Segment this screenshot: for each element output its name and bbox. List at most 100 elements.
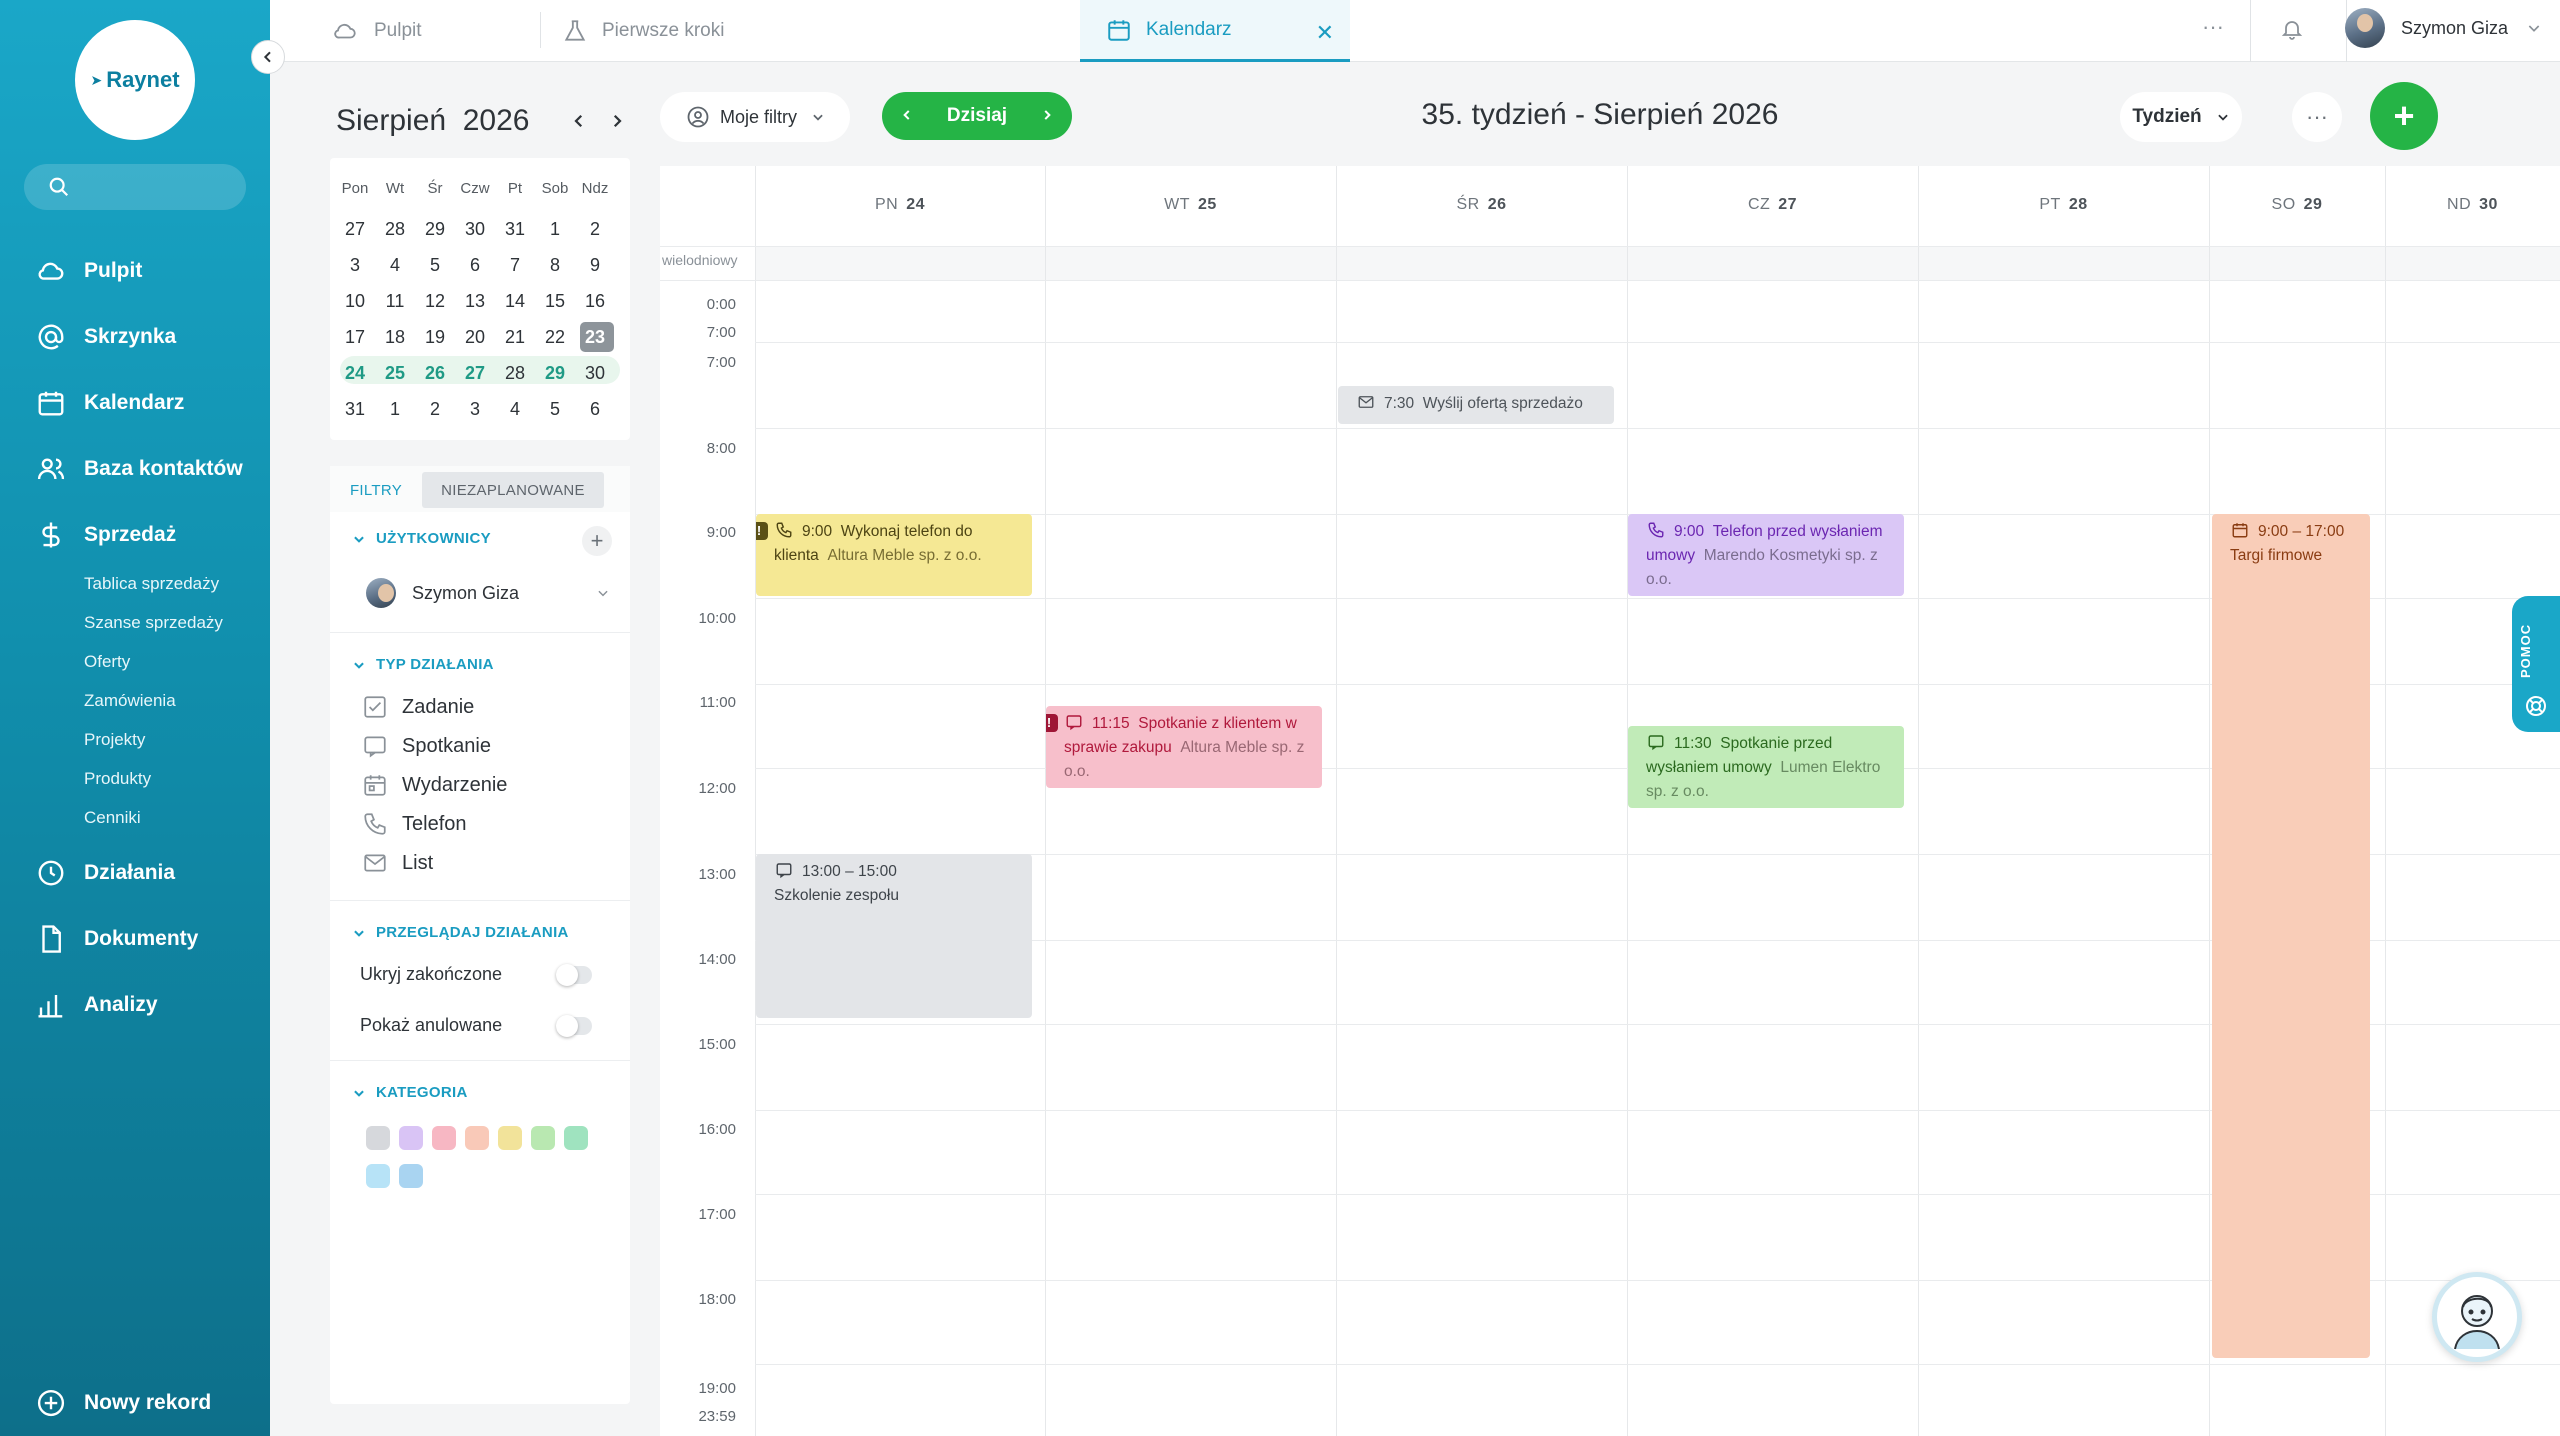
tab-pierwsze-kroki[interactable]: Pierwsze kroki xyxy=(562,0,724,62)
minical-day[interactable]: 22 xyxy=(538,322,572,352)
minical-day[interactable]: 27 xyxy=(458,358,492,388)
minical-day[interactable]: 30 xyxy=(458,214,492,244)
minical-day[interactable]: 8 xyxy=(538,250,572,280)
help-tab[interactable]: POMOC xyxy=(2512,596,2560,732)
category-swatch[interactable] xyxy=(465,1126,489,1150)
filter-type-event[interactable]: Wydarzenie xyxy=(362,772,507,798)
event-meeting-before-contract[interactable]: 11:30 Spotkanie przed wysłaniem umowy Lu… xyxy=(1628,726,1904,808)
sidebar-subitem[interactable]: Cenniki xyxy=(84,808,141,828)
minical-day[interactable]: 29 xyxy=(538,358,572,388)
minical-day[interactable]: 5 xyxy=(418,250,452,280)
view-select[interactable]: Tydzień xyxy=(2120,92,2242,142)
event-send-offer[interactable]: 7:30 Wyślij ofertą sprzedażo xyxy=(1338,386,1614,424)
minical-day[interactable]: 17 xyxy=(338,322,372,352)
minical-day[interactable]: 2 xyxy=(578,214,612,244)
minical-day[interactable]: 3 xyxy=(338,250,372,280)
minical-day[interactable]: 4 xyxy=(498,394,532,424)
search-input[interactable] xyxy=(24,164,246,210)
day-header[interactable]: CZ 27 xyxy=(1627,196,1918,214)
category-swatch[interactable] xyxy=(531,1126,555,1150)
sidebar-subitem[interactable]: Szanse sprzedaży xyxy=(84,613,223,633)
filter-type-phone[interactable]: Telefon xyxy=(362,811,467,837)
minical-day[interactable]: 2 xyxy=(418,394,452,424)
day-header[interactable]: ŚR 26 xyxy=(1336,196,1627,214)
tab-niezaplanowane[interactable]: NIEZAPLANOWANE xyxy=(422,472,604,508)
category-swatch[interactable] xyxy=(399,1164,423,1188)
minical-day[interactable]: 18 xyxy=(378,322,412,352)
section-category[interactable]: KATEGORIA xyxy=(352,1084,468,1101)
minical-day[interactable]: 23 xyxy=(578,322,612,352)
category-swatch[interactable] xyxy=(366,1164,390,1188)
sidebar-item-dzialania[interactable]: Działania xyxy=(36,858,175,888)
day-header[interactable]: SO 29 xyxy=(2209,196,2385,214)
assistant-bot-button[interactable] xyxy=(2432,1272,2522,1362)
sidebar-item-analizy[interactable]: Analizy xyxy=(36,990,158,1020)
minical-day[interactable]: 28 xyxy=(378,214,412,244)
minical-day[interactable]: 21 xyxy=(498,322,532,352)
minical-day[interactable]: 9 xyxy=(578,250,612,280)
section-browse[interactable]: PRZEGLĄDAJ DZIAŁANIA xyxy=(352,924,569,941)
add-activity-button[interactable]: + xyxy=(2370,82,2438,150)
minical-prev-button[interactable] xyxy=(570,110,588,132)
sidebar-subitem[interactable]: Tablica sprzedaży xyxy=(84,574,219,594)
minical-day[interactable]: 25 xyxy=(378,358,412,388)
sidebar-subitem[interactable]: Zamówienia xyxy=(84,691,176,711)
minical-day[interactable]: 4 xyxy=(378,250,412,280)
minical-next-button[interactable] xyxy=(608,110,626,132)
day-header[interactable]: PN 24 xyxy=(755,196,1045,214)
minical-day[interactable]: 13 xyxy=(458,286,492,316)
minical-day[interactable]: 30 xyxy=(578,358,612,388)
sidebar-item-dokumenty[interactable]: Dokumenty xyxy=(36,924,198,954)
minical-day[interactable]: 19 xyxy=(418,322,452,352)
more-tabs-icon[interactable]: ··· xyxy=(2202,14,2224,40)
section-activity-type[interactable]: TYP DZIAŁANIA xyxy=(352,656,494,673)
event-trade-fair[interactable]: 9:00 – 17:00 Targi firmowe xyxy=(2212,514,2370,1358)
category-swatch[interactable] xyxy=(432,1126,456,1150)
minical-day[interactable]: 7 xyxy=(498,250,532,280)
category-swatch[interactable] xyxy=(399,1126,423,1150)
close-icon[interactable]: ✕ xyxy=(1316,20,1334,46)
collapse-sidebar-button[interactable] xyxy=(251,40,285,74)
multiday-row[interactable] xyxy=(755,246,2560,280)
user-select[interactable]: Szymon Giza xyxy=(366,578,610,608)
category-swatch[interactable] xyxy=(366,1126,390,1150)
section-users[interactable]: UŻYTKOWNICY xyxy=(352,530,491,547)
minical-day[interactable]: 31 xyxy=(498,214,532,244)
minical-day[interactable]: 20 xyxy=(458,322,492,352)
minical-day[interactable]: 24 xyxy=(338,358,372,388)
sidebar-subitem[interactable]: Produkty xyxy=(84,769,151,789)
add-user-button[interactable]: + xyxy=(582,526,612,556)
minical-day[interactable]: 26 xyxy=(418,358,452,388)
filter-type-letter[interactable]: List xyxy=(362,850,433,876)
minical-day[interactable]: 3 xyxy=(458,394,492,424)
bell-icon[interactable] xyxy=(2280,16,2304,42)
filter-type-meeting[interactable]: Spotkanie xyxy=(362,733,491,759)
more-options-button[interactable]: ··· xyxy=(2292,92,2342,142)
minical-day[interactable]: 31 xyxy=(338,394,372,424)
sidebar-item-sprzedaz[interactable]: Sprzedaż xyxy=(36,520,176,550)
sidebar-subitem[interactable]: Projekty xyxy=(84,730,145,750)
day-header[interactable]: ND 30 xyxy=(2385,196,2560,214)
minical-day[interactable]: 1 xyxy=(378,394,412,424)
show-cancelled-toggle[interactable] xyxy=(556,1015,592,1037)
event-call-client[interactable]: ! 9:00 Wykonaj telefon do klienta Altura… xyxy=(756,514,1032,596)
minical-day[interactable]: 15 xyxy=(538,286,572,316)
day-header[interactable]: WT 25 xyxy=(1045,196,1336,214)
raynet-logo[interactable]: ➤ Raynet xyxy=(75,20,195,140)
event-meeting-client[interactable]: ! 11:15 Spotkanie z klientem w sprawie z… xyxy=(1046,706,1322,788)
minical-day[interactable]: 27 xyxy=(338,214,372,244)
sidebar-item-skrzynka[interactable]: Skrzynka xyxy=(36,322,176,352)
user-menu[interactable]: Szymon Giza xyxy=(2345,8,2542,48)
minical-day[interactable]: 16 xyxy=(578,286,612,316)
tab-kalendarz[interactable]: Kalendarz ✕ xyxy=(1080,0,1350,62)
my-filters-button[interactable]: Moje filtry xyxy=(660,92,850,142)
hide-done-toggle[interactable] xyxy=(556,964,592,986)
minical-day[interactable]: 11 xyxy=(378,286,412,316)
tab-filtry[interactable]: FILTRY xyxy=(336,472,416,508)
event-call-before-contract[interactable]: 9:00 Telefon przed wysłaniem umowy Maren… xyxy=(1628,514,1904,596)
sidebar-subitem[interactable]: Oferty xyxy=(84,652,130,672)
minical-day[interactable]: 12 xyxy=(418,286,452,316)
minical-day[interactable]: 1 xyxy=(538,214,572,244)
category-swatch[interactable] xyxy=(498,1126,522,1150)
event-team-training[interactable]: 13:00 – 15:00 Szkolenie zespołu xyxy=(756,854,1032,1018)
